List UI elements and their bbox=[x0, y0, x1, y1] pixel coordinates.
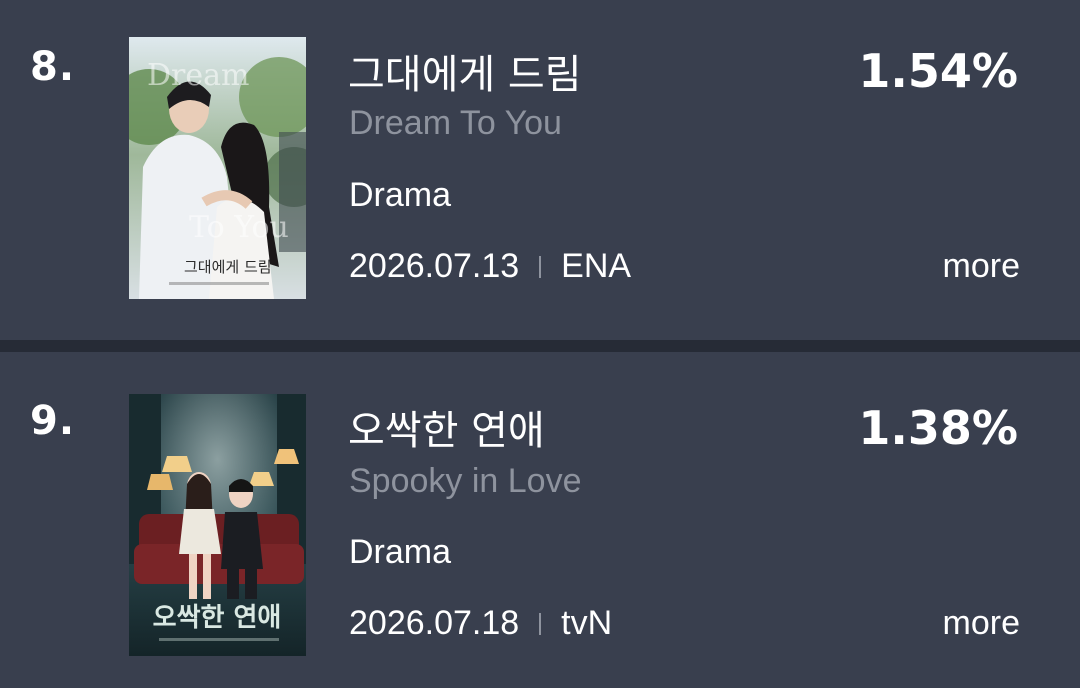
air-info: 2026.07.18 tvN bbox=[349, 604, 612, 643]
rank-number: 8. bbox=[30, 44, 76, 90]
divider bbox=[0, 340, 1080, 352]
more-link[interactable]: more bbox=[943, 247, 1020, 286]
poster-image[interactable]: 오싹한 연애 bbox=[129, 394, 306, 656]
genre-label: Drama bbox=[349, 176, 452, 214]
air-date: 2026.07.13 bbox=[349, 247, 520, 285]
svg-text:오싹한 연애: 오싹한 연애 bbox=[153, 603, 282, 633]
drama-title[interactable]: 오싹한 연애 bbox=[348, 398, 545, 456]
separator bbox=[539, 255, 542, 278]
drama-english-title: Dream To You bbox=[349, 104, 562, 142]
air-info: 2026.07.13 ENA bbox=[349, 247, 631, 286]
list-item[interactable]: 8. Dream To You 그대에게 드림 그대에게 드림 Dream To… bbox=[0, 0, 1080, 340]
rating-percentage: 1.38% bbox=[858, 401, 1018, 455]
network-name: ENA bbox=[561, 247, 632, 285]
drama-ranking-list: 8. Dream To You 그대에게 드림 그대에게 드림 Dream To… bbox=[0, 0, 1080, 688]
network-name: tvN bbox=[561, 604, 613, 642]
air-date: 2026.07.18 bbox=[349, 604, 520, 642]
svg-text:To You: To You bbox=[189, 210, 289, 245]
genre-label: Drama bbox=[349, 533, 452, 571]
drama-english-title: Spooky in Love bbox=[349, 462, 582, 500]
rating-percentage: 1.54% bbox=[858, 44, 1018, 98]
rank-number: 9. bbox=[30, 398, 76, 444]
separator bbox=[539, 612, 542, 635]
list-item[interactable]: 9. 오싹한 연애 오싹한 연애 Spooky in Love Drama 20… bbox=[0, 352, 1080, 688]
poster-image[interactable]: Dream To You 그대에게 드림 bbox=[129, 37, 306, 299]
svg-text:Dream: Dream bbox=[147, 58, 249, 93]
svg-text:그대에게 드림: 그대에게 드림 bbox=[184, 258, 272, 276]
more-link[interactable]: more bbox=[943, 604, 1020, 643]
drama-title[interactable]: 그대에게 드림 bbox=[348, 42, 582, 100]
